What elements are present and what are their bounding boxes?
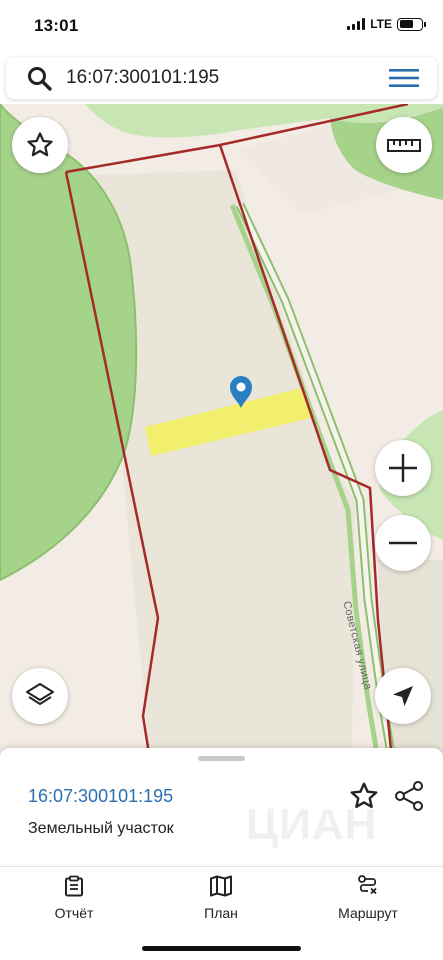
search-icon[interactable] — [26, 65, 54, 93]
route-icon — [358, 875, 377, 895]
tab-route[interactable]: Маршрут — [308, 875, 428, 925]
star-outline-icon[interactable] — [348, 780, 380, 812]
zoom-in-button[interactable] — [375, 440, 431, 496]
ruler-icon — [387, 139, 421, 152]
clipboard-icon — [65, 875, 83, 897]
signal-icon — [347, 18, 366, 30]
drag-handle[interactable] — [198, 756, 245, 761]
field-area — [95, 170, 355, 760]
search-input[interactable] — [66, 66, 366, 90]
locate-button[interactable] — [375, 668, 431, 724]
map-view[interactable]: Советская улица — [0, 104, 443, 764]
parcel-info-sheet[interactable]: ЦИАН 16:07:300101:195 Земельный участок — [0, 748, 443, 864]
battery-level — [399, 20, 414, 28]
status-time: 13:01 — [34, 16, 79, 35]
tab-report-label: Отчёт — [54, 905, 94, 921]
parcel-type: Земельный участок — [28, 820, 174, 837]
zoom-out-button[interactable] — [375, 515, 431, 571]
map-icon — [210, 875, 232, 897]
navigation-arrow-icon — [393, 686, 413, 706]
plus-icon — [389, 454, 417, 482]
layers-button[interactable] — [12, 668, 68, 724]
tab-plan[interactable]: План — [161, 875, 281, 925]
network-type: LTE — [370, 17, 392, 31]
ruler-button[interactable] — [376, 117, 432, 173]
parcel-number[interactable]: 16:07:300101:195 — [28, 786, 173, 807]
tab-route-label: Маршрут — [338, 905, 398, 921]
star-icon — [27, 132, 53, 157]
battery-icon — [397, 17, 426, 31]
layers-icon — [26, 683, 54, 705]
favorite-map-button[interactable] — [12, 117, 68, 173]
map-canvas — [0, 104, 443, 761]
home-indicator — [142, 946, 301, 951]
tab-report[interactable]: Отчёт — [14, 875, 134, 925]
hamburger-menu-icon[interactable] — [387, 65, 421, 91]
share-icon[interactable] — [393, 780, 425, 812]
minus-icon — [389, 541, 417, 545]
status-bar: 13:01 LTE — [0, 0, 443, 52]
search-bar — [6, 57, 437, 99]
status-indicators: LTE — [347, 17, 426, 31]
bottom-tab-bar: Отчёт План Маршрут — [0, 866, 443, 960]
tab-plan-label: План — [204, 905, 238, 921]
